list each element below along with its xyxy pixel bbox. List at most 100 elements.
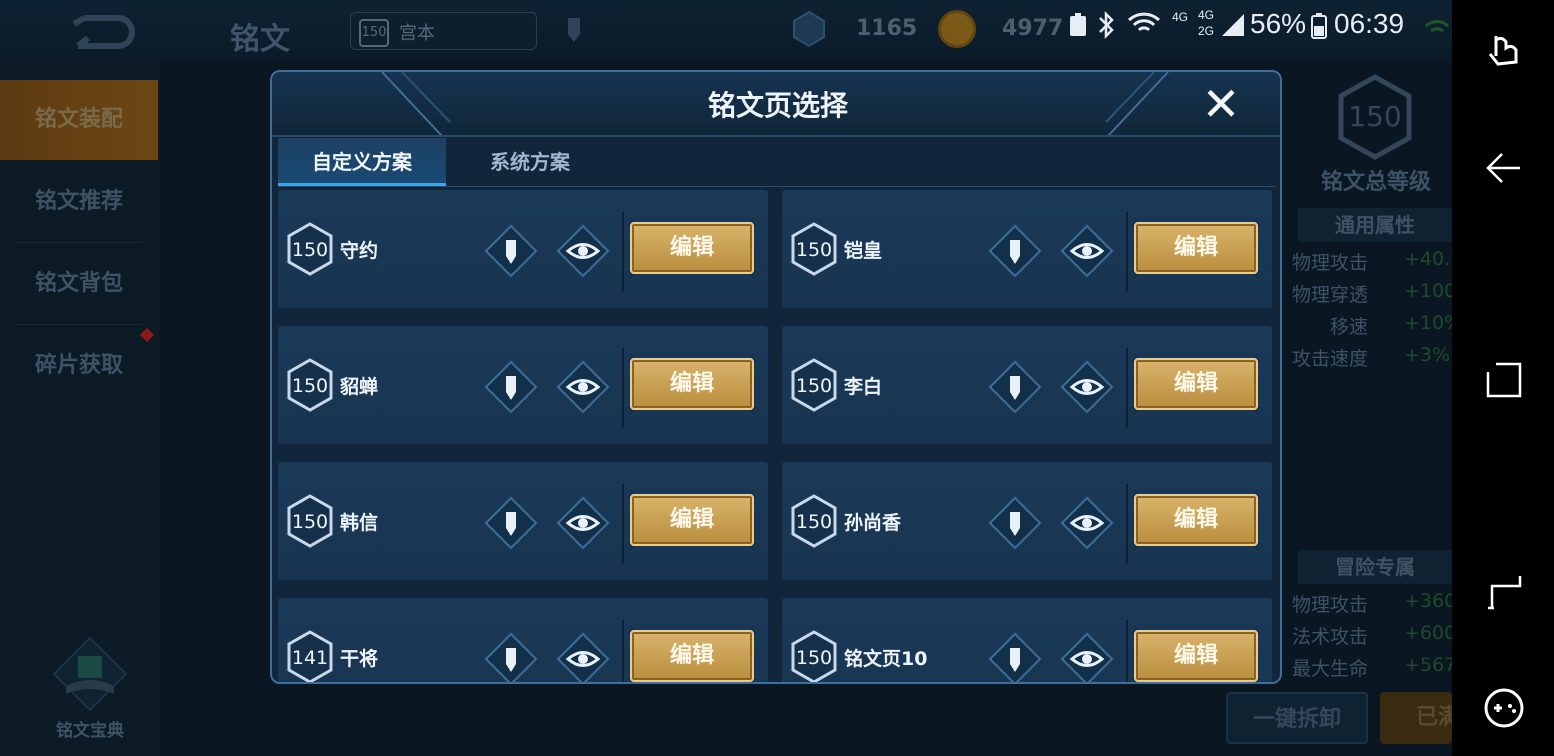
eye-icon[interactable] <box>556 360 610 414</box>
pen-icon[interactable] <box>562 14 586 46</box>
pen-icon[interactable] <box>484 632 538 682</box>
recent-apps-icon[interactable] <box>1482 358 1526 402</box>
codex-button[interactable]: 铭文宝典 <box>40 634 140 744</box>
tab-custom[interactable]: 自定义方案 <box>278 138 446 186</box>
rune-page-card[interactable]: 150 守约 编辑 <box>278 190 768 308</box>
stat-name: 移速 <box>1329 316 1368 338</box>
pen-icon[interactable] <box>484 360 538 414</box>
page-name: 李白 <box>844 376 883 398</box>
game-controller-icon[interactable] <box>1482 686 1526 730</box>
bluetooth-icon <box>1099 10 1114 40</box>
page-name: 貂蝉 <box>340 376 379 398</box>
edit-button[interactable]: 编辑 <box>1134 358 1258 410</box>
maxed-button[interactable]: 已满级 <box>1380 692 1452 744</box>
divider <box>622 484 624 564</box>
pen-icon[interactable] <box>988 360 1042 414</box>
page-title: 铭文 <box>230 22 290 57</box>
pen-icon[interactable] <box>988 632 1042 682</box>
pen-icon[interactable] <box>484 224 538 278</box>
page-level: 150 <box>796 647 832 669</box>
rune-page-card[interactable]: 141 干将 编辑 <box>278 598 768 682</box>
level-hexagon-icon: 150 <box>791 222 837 276</box>
wifi-signal-green-icon <box>1424 20 1450 33</box>
dialog-title: 铭文页选择 <box>707 89 848 122</box>
stat-name: 攻击速度 <box>1291 348 1368 370</box>
page-level: 150 <box>292 375 328 397</box>
page-level: 150 <box>292 511 328 533</box>
sidebar-item-recommend[interactable]: 铭文推荐 <box>0 162 158 242</box>
battery-saver-icon <box>1070 13 1086 36</box>
rune-page-card[interactable]: 150 李白 编辑 <box>782 326 1272 444</box>
touch-hand-icon[interactable] <box>1482 26 1526 70</box>
eye-icon[interactable] <box>1060 224 1114 278</box>
pen-icon[interactable] <box>988 496 1042 550</box>
total-level-label: 铭文总等级 <box>1320 170 1431 195</box>
edit-button[interactable]: 编辑 <box>630 222 754 274</box>
stat-value: +3% <box>1404 344 1451 366</box>
rune-page-card[interactable]: 150 貂蝉 编辑 <box>278 326 768 444</box>
eye-icon[interactable] <box>1060 496 1114 550</box>
hero-level-badge: 150 <box>359 19 389 47</box>
page-name: 守约 <box>340 240 379 262</box>
back-icon[interactable] <box>1482 146 1526 190</box>
tab-system[interactable]: 系统方案 <box>446 138 614 186</box>
page-name: 孙尚香 <box>844 512 902 534</box>
eye-icon[interactable] <box>556 496 610 550</box>
pen-icon[interactable] <box>988 224 1042 278</box>
back-arrow-icon[interactable] <box>60 10 140 52</box>
divider <box>622 620 624 682</box>
rune-page-card[interactable]: 150 孙尚香 编辑 <box>782 462 1272 580</box>
general-stats-heading: 通用属性 <box>1298 208 1452 242</box>
edit-button[interactable]: 编辑 <box>630 358 754 410</box>
eye-icon[interactable] <box>1060 360 1114 414</box>
divider <box>1126 484 1128 564</box>
stat-name: 物理穿透 <box>1291 284 1368 306</box>
edit-button[interactable]: 编辑 <box>1134 494 1258 546</box>
rune-page-dialog: 铭文页选择 ✕ 自定义方案 系统方案 150 守约 编辑 150 铠皇 编辑 150 貂蝉 编辑… <box>270 70 1282 684</box>
eye-icon[interactable] <box>556 224 610 278</box>
edit-button[interactable]: 编辑 <box>630 630 754 682</box>
hero-name: 宫本 <box>399 23 435 44</box>
close-icon[interactable]: ✕ <box>1198 81 1244 128</box>
signal-icon <box>1222 14 1244 36</box>
divider <box>1126 348 1128 428</box>
tab-bar: 自定义方案 系统方案 <box>278 138 1276 187</box>
eye-icon[interactable] <box>1060 632 1114 682</box>
network-type-3: 2G <box>1198 24 1215 38</box>
pen-icon[interactable] <box>484 496 538 550</box>
sidebar: 铭文装配 铭文推荐 铭文背包 碎片获取 铭文宝典 <box>0 62 160 756</box>
edit-button[interactable]: 编辑 <box>1134 222 1258 274</box>
level-hexagon-icon: 150 <box>1338 74 1412 160</box>
page-level: 150 <box>292 239 328 261</box>
rune-page-card[interactable]: 150 韩信 编辑 <box>278 462 768 580</box>
sidebar-item-fragments[interactable]: 碎片获取 <box>0 326 158 406</box>
level-hexagon-icon: 150 <box>791 358 837 412</box>
sidebar-item-equip[interactable]: 铭文装配 <box>0 80 158 160</box>
eye-icon[interactable] <box>556 632 610 682</box>
divider <box>622 212 624 292</box>
page-name: 韩信 <box>340 512 379 534</box>
clock: 06:39 <box>1334 8 1405 39</box>
level-hexagon-icon: 150 <box>791 494 837 548</box>
page-name: 铠皇 <box>844 240 883 262</box>
page-level: 150 <box>796 239 832 261</box>
battery-icon <box>1311 13 1327 39</box>
level-hexagon-icon: 150 <box>287 222 333 276</box>
sidebar-item-bag[interactable]: 铭文背包 <box>0 244 158 324</box>
stats-panel: 150 铭文总等级 通用属性 物理攻击 +40.2 物理穿透 +100 移速 +… <box>1286 62 1480 756</box>
total-level-value: 150 <box>1348 100 1401 133</box>
edit-button[interactable]: 编辑 <box>1134 630 1258 682</box>
edit-button[interactable]: 编辑 <box>630 494 754 546</box>
page-level: 150 <box>796 375 832 397</box>
page-level: 141 <box>292 647 328 669</box>
battery-percent: 56% <box>1250 8 1307 39</box>
codex-label: 铭文宝典 <box>56 721 124 741</box>
diamond-icon <box>793 10 825 48</box>
network-type-1: 4G <box>1172 10 1189 24</box>
split-screen-icon[interactable] <box>1482 570 1526 614</box>
rune-page-list[interactable]: 150 守约 编辑 150 铠皇 编辑 150 貂蝉 编辑 150 李白 编辑 150 韩信 编辑 150 孙尚… <box>278 186 1276 682</box>
unequip-all-button[interactable]: 一键拆卸 <box>1226 692 1368 744</box>
rune-page-card[interactable]: 150 铭文页10 编辑 <box>782 598 1272 682</box>
hero-selector[interactable]: 150 宫本 <box>350 12 537 50</box>
rune-page-card[interactable]: 150 铠皇 编辑 <box>782 190 1272 308</box>
